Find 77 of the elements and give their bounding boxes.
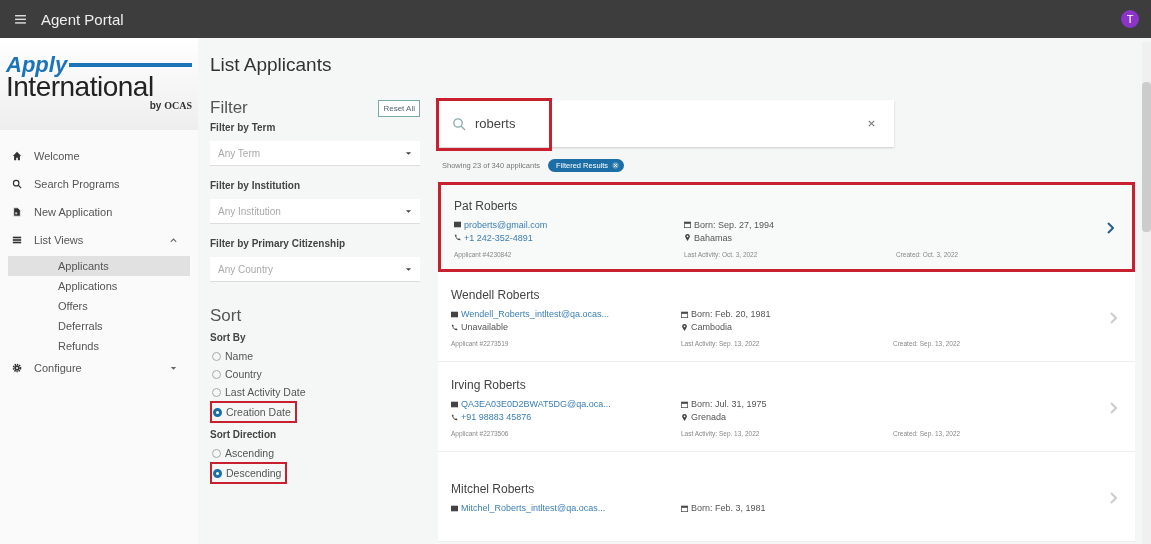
radio-option[interactable]: Creation Date — [210, 401, 297, 423]
nav-item[interactable]: Configure — [8, 356, 190, 379]
caret-down-icon — [405, 266, 412, 272]
radio-option[interactable]: Ascending — [210, 444, 280, 462]
radio-option[interactable]: Name — [210, 347, 258, 365]
home-icon — [12, 150, 22, 161]
search-icon — [12, 178, 22, 189]
phone-icon — [451, 413, 458, 421]
sort-heading: Sort — [210, 306, 243, 326]
nav-subitem[interactable]: Applications — [8, 276, 190, 296]
email-link[interactable]: proberts@gmail.com — [464, 219, 548, 230]
nav-subitem[interactable]: Refunds — [8, 336, 190, 356]
radio-option[interactable]: Descending — [210, 462, 288, 484]
filter-heading: Filter — [210, 98, 248, 118]
scrollbar[interactable] — [1142, 42, 1151, 544]
close-icon[interactable] — [612, 162, 620, 169]
sort-label: Sort By — [210, 332, 247, 343]
filter-label: Filter by Primary Citizenship — [210, 238, 347, 249]
nav-item[interactable]: Welcome — [8, 144, 190, 167]
email-link[interactable]: QA3EA03E0D2BWAT5DG@qa.oca... — [461, 399, 611, 409]
email-icon — [451, 310, 458, 318]
app-title: Agent Portal — [41, 10, 125, 28]
email-link[interactable]: Mitchel_Roberts_intltest@qa.ocas... — [461, 503, 606, 513]
phone-link[interactable]: +1 242-352-4891 — [464, 232, 533, 243]
nav-subitem[interactable]: Offers — [8, 296, 190, 316]
chevron-right-icon[interactable] — [1106, 222, 1114, 234]
calendar-icon — [681, 504, 688, 512]
menu-icon[interactable] — [15, 14, 26, 24]
applicant-card[interactable]: Mitchel Roberts Mitchel_Roberts_intltest@qa.ocas... Born: Feb. 3, 1981 — [438, 452, 1135, 542]
settings-icon — [12, 362, 22, 373]
chevron-up-icon[interactable] — [169, 236, 178, 243]
reset-all-button[interactable]: Reset All — [378, 99, 420, 117]
sort-label: Sort Direction — [210, 429, 278, 440]
birth-date: Born: Jul. 31, 1975 — [691, 399, 767, 409]
birth-date: Born: Feb. 3, 1981 — [691, 503, 766, 513]
close-icon[interactable] — [867, 119, 876, 128]
calendar-icon — [681, 310, 688, 318]
email-icon — [451, 504, 458, 512]
email-link[interactable]: Wendell_Roberts_intltest@qa.ocas... — [461, 309, 610, 319]
radio-option[interactable]: Last Activity Date — [210, 383, 311, 401]
phone-number: Unavailable — [461, 322, 509, 332]
search-icon — [452, 116, 466, 131]
logo: Apply International by OCAS — [0, 38, 198, 130]
calendar-icon — [681, 400, 688, 408]
caret-down-icon[interactable] — [169, 364, 178, 371]
email-icon — [451, 400, 458, 408]
filter-label: Filter by Institution — [210, 180, 301, 191]
birth-date: Born: Feb. 20, 1981 — [691, 309, 771, 319]
filter-label: Filter by Term — [210, 122, 277, 133]
nav-subitem[interactable]: Applicants — [8, 256, 190, 276]
birth-date: Born: Sep. 27, 1994 — [694, 219, 775, 230]
phone-link[interactable]: +91 98883 45876 — [461, 412, 532, 422]
nav-item[interactable]: New Application — [8, 200, 190, 223]
nav-item[interactable]: Search Programs — [8, 172, 190, 195]
applicant-name: Pat Roberts — [454, 198, 519, 213]
applicant-name: Irving Roberts — [451, 378, 527, 392]
location-pin-icon — [681, 413, 688, 421]
email-icon — [454, 221, 461, 228]
calendar-icon — [684, 221, 691, 228]
phone-icon — [451, 323, 458, 331]
applicant-name: Wendell Roberts — [451, 288, 541, 302]
country: Grenada — [691, 412, 727, 422]
caret-down-icon — [405, 208, 412, 214]
country: Cambodia — [691, 322, 733, 332]
radio-option[interactable]: Country — [210, 365, 267, 383]
applicant-name: Mitchel Roberts — [451, 482, 536, 496]
page-title: List Applicants — [210, 54, 333, 76]
nav-subitem[interactable]: Deferrals — [8, 316, 190, 336]
country: Bahamas — [694, 232, 733, 243]
caret-down-icon — [405, 150, 412, 156]
user-avatar[interactable]: T — [1121, 10, 1139, 28]
location-pin-icon — [681, 323, 688, 331]
document-icon — [12, 206, 22, 217]
nav-item[interactable]: List Views — [8, 228, 190, 251]
phone-icon — [454, 234, 461, 241]
list-icon — [12, 234, 22, 245]
location-pin-icon — [684, 234, 691, 241]
